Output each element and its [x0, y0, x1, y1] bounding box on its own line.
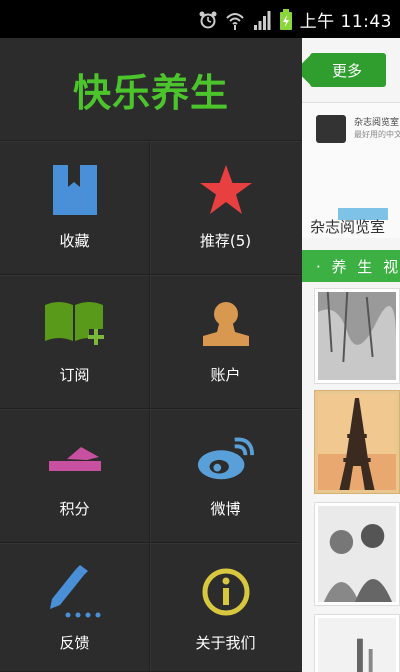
- section-title: · 养 生 视: [316, 257, 400, 276]
- user-icon: [202, 302, 249, 346]
- menu-label-subscribe: 订阅: [59, 366, 90, 384]
- side-drawer: 快乐养生 收藏 推荐(5) 订阅 账户 积分 微博 反馈 关于我们: [0, 38, 302, 672]
- more-button[interactable]: 更多: [310, 53, 386, 87]
- main-content-peek: 更多 杂志阅览室 最好用的中文 杂志阅览室 · 养 生 视: [302, 38, 400, 672]
- section-header: · 养 生 视: [302, 250, 400, 282]
- pencil-icon: [49, 565, 100, 618]
- video-thumbnail-3[interactable]: [314, 502, 400, 606]
- ad-thumbnail: [316, 115, 346, 143]
- menu-item-recommend[interactable]: 推荐(5): [150, 141, 300, 275]
- menu-item-favorites[interactable]: 收藏: [0, 141, 150, 275]
- menu-label-weibo: 微博: [210, 500, 241, 518]
- ad-subtitle: 最好用的中文: [354, 130, 400, 139]
- star-icon: [199, 165, 252, 214]
- wifi-icon: [225, 12, 244, 30]
- menu-label-recommend: 推荐(5): [199, 232, 252, 250]
- thumbnail-image: [318, 506, 396, 602]
- status-bar: 上午 11:43: [0, 0, 400, 38]
- menu-label-about: 关于我们: [195, 634, 256, 652]
- app-title: 快乐养生: [72, 70, 229, 115]
- menu-label-account: 账户: [210, 366, 241, 384]
- alarm-icon: [199, 11, 217, 28]
- app-logo: 快乐养生: [0, 38, 302, 141]
- menu-grid: 收藏 推荐(5) 订阅 账户 积分 微博 反馈 关于我们: [0, 141, 302, 672]
- menu-label-favorites: 收藏: [59, 232, 90, 250]
- signal-icon: [253, 10, 271, 30]
- menu-item-account[interactable]: 账户: [150, 275, 300, 409]
- menu-label-points: 积分: [59, 500, 90, 518]
- menu-item-weibo[interactable]: 微博: [150, 409, 300, 543]
- points-icon: [48, 447, 101, 471]
- menu-label-feedback: 反馈: [59, 634, 90, 652]
- video-thumbnail-4[interactable]: [314, 614, 400, 672]
- more-button-label: 更多: [332, 61, 363, 80]
- thumbnail-image: [318, 618, 396, 672]
- bookmark-icon: [52, 165, 97, 215]
- ad-title: 杂志阅览室: [354, 118, 400, 128]
- video-thumbnail-1[interactable]: [314, 288, 400, 384]
- menu-item-about[interactable]: 关于我们: [150, 543, 300, 672]
- menu-item-points[interactable]: 积分: [0, 409, 150, 543]
- thumbnail-image: [318, 394, 396, 490]
- menu-item-subscribe[interactable]: 订阅: [0, 275, 150, 409]
- ad-caption: 杂志阅览室: [310, 218, 386, 236]
- thumbnail-image: [318, 291, 396, 380]
- weibo-icon: [197, 437, 254, 480]
- book-add-icon: [44, 302, 104, 345]
- battery-icon: [279, 8, 292, 30]
- info-icon: [202, 568, 249, 616]
- status-time: 上午 11:43: [299, 12, 392, 32]
- video-thumbnail-2[interactable]: [314, 390, 400, 494]
- menu-item-feedback[interactable]: 反馈: [0, 543, 150, 672]
